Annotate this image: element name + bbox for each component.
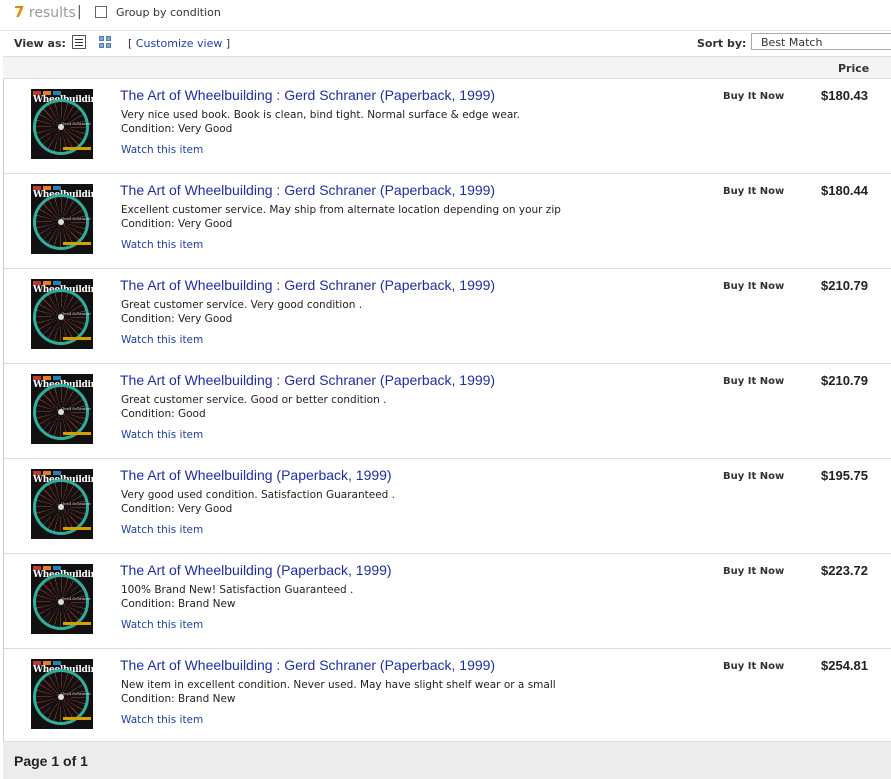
item-thumbnail[interactable]: Wheelbuilding Gerd Schraner xyxy=(31,89,93,159)
item-description: Excellent customer service. May ship fro… xyxy=(121,204,561,216)
item-description: Very good used condition. Satisfaction G… xyxy=(121,489,395,501)
item-title-link[interactable]: The Art of Wheelbuilding : Gerd Schraner… xyxy=(120,657,495,673)
sort-by-select[interactable]: Best Match xyxy=(751,33,891,50)
buy-it-now-label: Buy It Now xyxy=(723,661,785,672)
cover-author-text: Gerd Schraner xyxy=(60,406,91,411)
results-count-suffix: results xyxy=(28,5,76,21)
cover-author-text: Gerd Schraner xyxy=(60,501,91,506)
item-condition: Condition: Brand New xyxy=(121,693,236,705)
cover-author-text: Gerd Schraner xyxy=(60,691,91,696)
group-by-condition-checkbox[interactable] xyxy=(95,6,107,18)
buy-it-now-label: Buy It Now xyxy=(723,566,785,577)
watch-item-link[interactable]: Watch this item xyxy=(121,144,203,156)
cover-stripe xyxy=(63,337,91,340)
item-price: $210.79 xyxy=(821,278,868,293)
item-thumbnail[interactable]: Wheelbuilding Gerd Schraner xyxy=(31,184,93,254)
result-row: Wheelbuilding Gerd Schraner The Art of W… xyxy=(4,174,891,269)
watch-item-link[interactable]: Watch this item xyxy=(121,524,203,536)
item-condition: Condition: Good xyxy=(121,408,206,420)
item-thumbnail[interactable]: Wheelbuilding Gerd Schraner xyxy=(31,374,93,444)
view-as-label: View as: xyxy=(14,37,66,50)
watch-item-link[interactable]: Watch this item xyxy=(121,619,203,631)
customize-view: [ Customize view ] xyxy=(128,37,230,50)
item-thumbnail[interactable]: Wheelbuilding Gerd Schraner xyxy=(31,659,93,729)
item-title-link[interactable]: The Art of Wheelbuilding : Gerd Schraner… xyxy=(120,277,495,293)
view-options-bar: View as: [ Customize view ] Sort by: Bes… xyxy=(0,31,891,55)
buy-it-now-label: Buy It Now xyxy=(723,91,785,102)
item-title-link[interactable]: The Art of Wheelbuilding (Paperback, 199… xyxy=(120,467,392,483)
cover-stripe xyxy=(63,147,91,150)
buy-it-now-label: Buy It Now xyxy=(723,471,785,482)
cover-stripe xyxy=(63,717,91,720)
group-by-condition-label[interactable]: Group by condition xyxy=(116,6,221,19)
results-list: Wheelbuilding Gerd Schraner The Art of W… xyxy=(3,79,891,744)
item-title-link[interactable]: The Art of Wheelbuilding (Paperback, 199… xyxy=(120,562,392,578)
item-title-link[interactable]: The Art of Wheelbuilding : Gerd Schraner… xyxy=(120,182,495,198)
bracket-close: ] xyxy=(225,37,231,50)
result-row: Wheelbuilding Gerd Schraner The Art of W… xyxy=(4,269,891,364)
bracket-open: [ xyxy=(128,37,133,50)
item-thumbnail[interactable]: Wheelbuilding Gerd Schraner xyxy=(31,469,93,539)
item-condition: Condition: Very Good xyxy=(121,218,233,230)
item-thumbnail[interactable]: Wheelbuilding Gerd Schraner xyxy=(31,279,93,349)
cover-author-text: Gerd Schraner xyxy=(60,216,91,221)
item-description: New item in excellent condition. Never u… xyxy=(121,679,556,691)
price-column-header[interactable]: Price xyxy=(838,62,869,75)
result-row: Wheelbuilding Gerd Schraner The Art of W… xyxy=(4,79,891,174)
buy-it-now-label: Buy It Now xyxy=(723,186,785,197)
cover-stripe xyxy=(63,242,91,245)
customize-view-link[interactable]: Customize view xyxy=(136,37,223,50)
cover-stripe xyxy=(63,432,91,435)
cover-author-text: Gerd Schraner xyxy=(60,121,91,126)
cover-stripe xyxy=(63,622,91,625)
sort-by-label: Sort by: xyxy=(697,37,747,50)
item-price: $180.44 xyxy=(821,183,868,198)
results-table-header: Price xyxy=(3,56,891,79)
results-summary-bar: 7 results | Group by condition xyxy=(0,0,891,31)
result-row: Wheelbuilding Gerd Schraner The Art of W… xyxy=(4,649,891,744)
summary-separator: | xyxy=(77,4,82,20)
results-count: 7 results xyxy=(14,3,76,21)
item-thumbnail[interactable]: Wheelbuilding Gerd Schraner xyxy=(31,564,93,634)
list-view-icon[interactable] xyxy=(72,35,86,49)
item-description: Very nice used book. Book is clean, bind… xyxy=(121,109,520,121)
cover-author-text: Gerd Schraner xyxy=(60,311,91,316)
item-description: Great customer service. Very good condit… xyxy=(121,299,363,311)
watch-item-link[interactable]: Watch this item xyxy=(121,239,203,251)
item-title-link[interactable]: The Art of Wheelbuilding : Gerd Schraner… xyxy=(120,87,495,103)
gallery-view-icon[interactable] xyxy=(98,35,112,49)
buy-it-now-label: Buy It Now xyxy=(723,376,785,387)
item-price: $254.81 xyxy=(821,658,868,673)
item-condition: Condition: Very Good xyxy=(121,313,233,325)
item-description: Great customer service. Good or better c… xyxy=(121,394,387,406)
item-price: $195.75 xyxy=(821,468,868,483)
results-count-number: 7 xyxy=(14,3,25,21)
page-indicator: Page 1 of 1 xyxy=(14,753,88,769)
item-price: $210.79 xyxy=(821,373,868,388)
item-price: $180.43 xyxy=(821,88,868,103)
cover-stripe xyxy=(63,527,91,530)
cover-author-text: Gerd Schraner xyxy=(60,596,91,601)
result-row: Wheelbuilding Gerd Schraner The Art of W… xyxy=(4,554,891,649)
item-condition: Condition: Very Good xyxy=(121,123,233,135)
item-price: $223.72 xyxy=(821,563,868,578)
item-condition: Condition: Brand New xyxy=(121,598,236,610)
item-description: 100% Brand New! Satisfaction Guaranteed … xyxy=(121,584,354,596)
watch-item-link[interactable]: Watch this item xyxy=(121,714,203,726)
result-row: Wheelbuilding Gerd Schraner The Art of W… xyxy=(4,459,891,554)
buy-it-now-label: Buy It Now xyxy=(723,281,785,292)
item-title-link[interactable]: The Art of Wheelbuilding : Gerd Schraner… xyxy=(120,372,495,388)
item-condition: Condition: Very Good xyxy=(121,503,233,515)
result-row: Wheelbuilding Gerd Schraner The Art of W… xyxy=(4,364,891,459)
watch-item-link[interactable]: Watch this item xyxy=(121,429,203,441)
pagination-bar: Page 1 of 1 xyxy=(3,741,891,779)
watch-item-link[interactable]: Watch this item xyxy=(121,334,203,346)
